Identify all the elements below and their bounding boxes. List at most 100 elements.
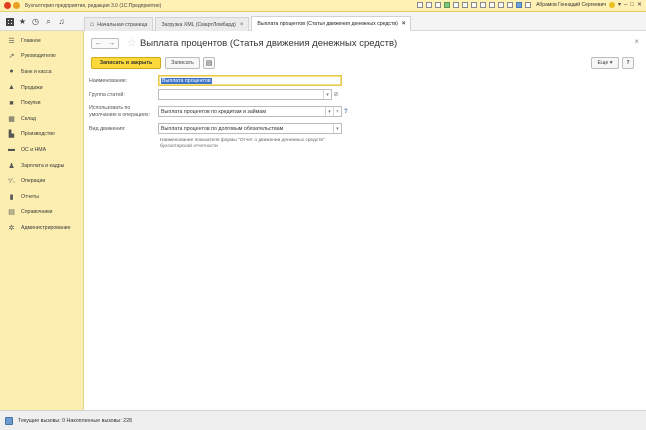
movement-type-field[interactable]: Выплата процентов по долговым обязательс… — [158, 123, 342, 134]
sidebar-item-operations[interactable]: ⁺⁄₋ Операции — [0, 173, 83, 189]
movement-type-value: Выплата процентов по долговым обязательс… — [161, 125, 284, 132]
movement-type-hint: Наименование показателя формы "Отчет о д… — [160, 138, 325, 150]
window-icon[interactable] — [516, 2, 523, 8]
group-label: Группа статей: — [89, 92, 125, 98]
window-title: Бухгалтерия предприятия, редакция 3.0 (1… — [25, 2, 162, 9]
tool-icon[interactable] — [489, 2, 496, 8]
close-tab-icon[interactable]: × — [240, 22, 244, 28]
tab-cash-flow-item[interactable]: Выплата процентов (Статья движения денеж… — [251, 16, 412, 31]
maximize-icon[interactable]: □ — [630, 2, 634, 8]
save-button[interactable]: Записать — [165, 57, 200, 69]
bank-icon: ● — [9, 68, 14, 76]
sidebar-item-label: Продажи — [21, 84, 43, 91]
favorites-icon[interactable]: ★ — [18, 17, 27, 26]
tool-icon[interactable] — [453, 2, 460, 8]
sidebar-item-label: Операции — [21, 178, 46, 185]
open-link-icon[interactable]: ⊘ — [332, 90, 340, 99]
save-and-close-button[interactable]: Записать и закрыть — [91, 57, 161, 69]
tab-home[interactable]: ⌂ Начальная страница — [84, 17, 154, 31]
user-icon — [525, 2, 532, 8]
field-row-group: Группа статей: ▾ ⊘ — [85, 89, 646, 101]
tool-icon[interactable] — [417, 2, 424, 8]
sidebar-item-sales[interactable]: ▲ Продажи — [0, 80, 83, 96]
search-icon[interactable]: ⌕ — [44, 17, 53, 26]
clear-icon[interactable]: × — [333, 107, 341, 116]
group-field[interactable]: ▾ — [158, 89, 332, 100]
sidebar-item-admin[interactable]: ✲ Администрирование — [0, 220, 83, 236]
zoom-icon[interactable] — [507, 2, 514, 8]
dropdown-icon[interactable]: ▾ — [333, 124, 341, 133]
status-bar: Текущие вызовы: 0 Накопленные вызовы: 22… — [0, 410, 646, 430]
sidebar-item-manager[interactable]: ↗ Руководителю — [0, 49, 83, 65]
sidebar-item-purchases[interactable]: ■ Покупки — [0, 95, 83, 111]
sidebar-item-catalogs[interactable]: ▤ Справочники — [0, 205, 83, 221]
list-icon: ▤ — [205, 60, 213, 67]
tab-bar: ⌂ Начальная страница Загрузка XML (Смарт… — [84, 15, 413, 31]
sidebar-item-main[interactable]: ☰ Главное — [0, 33, 83, 49]
title-bar: Бухгалтерия предприятия, редакция 3.0 (1… — [0, 0, 646, 12]
close-window-icon[interactable]: ✕ — [637, 2, 642, 8]
field-row-movement-type: Вид движения: Выплата процентов по долго… — [85, 123, 646, 135]
tab-xml-import[interactable]: Загрузка XML (СмартЛомбард) × — [155, 17, 250, 31]
sections-menu-icon[interactable] — [5, 17, 14, 26]
truck-icon: ▬ — [8, 146, 15, 154]
user-name[interactable]: Абрамов Геннадий Сергеевич — [536, 2, 606, 8]
sidebar-item-reports[interactable]: ▮ Отчеты — [0, 189, 83, 205]
forward-arrow-icon[interactable]: → — [108, 40, 115, 47]
dropdown-icon[interactable]: ▾ — [325, 107, 333, 116]
name-field[interactable]: Выплата процентов — [158, 75, 342, 86]
settings-icon[interactable]: ▾ — [618, 2, 621, 8]
minimize-icon[interactable]: – — [624, 2, 627, 8]
sections-sidebar: ☰ Главное ↗ Руководителю ● Банк и касса … — [0, 31, 84, 410]
help-button[interactable]: ? — [622, 57, 634, 69]
tab-label: Загрузка XML (СмартЛомбард) — [161, 21, 236, 28]
tool-icon[interactable] — [444, 2, 451, 8]
tool-icon[interactable] — [498, 2, 505, 8]
favorite-star-icon[interactable]: ☆ — [127, 38, 136, 49]
history-icon[interactable]: ◷ — [31, 17, 40, 26]
back-arrow-icon[interactable]: ← — [95, 40, 102, 47]
sidebar-item-fixed-assets[interactable]: ▬ ОС и НМА — [0, 142, 83, 158]
sidebar-item-label: Справочники — [21, 209, 53, 216]
tool-icon[interactable] — [471, 2, 478, 8]
form-header: ← → ☆ Выплата процентов (Статья движения… — [85, 31, 646, 55]
tab-label: Начальная страница — [97, 21, 148, 28]
form-toolbar: Записать и закрыть Записать ▤ Еще ▾ ? — [85, 57, 646, 71]
close-tab-icon[interactable]: × — [402, 21, 406, 27]
field-row-default-operations: Использовать по умолчанию в операциях: В… — [85, 104, 646, 120]
menu-icon: ☰ — [8, 37, 15, 45]
sidebar-item-production[interactable]: ▙ Производство — [0, 127, 83, 143]
movement-type-label: Вид движения: — [89, 126, 126, 132]
book-icon: ▤ — [8, 209, 15, 217]
default-operations-field[interactable]: Выплата процентов по кредитам и займам ▾… — [158, 106, 342, 117]
main-menu-icon[interactable] — [13, 2, 20, 9]
gear-icon: ✲ — [8, 224, 15, 232]
sidebar-item-label: Банк и касса — [21, 68, 52, 75]
sidebar-item-warehouse[interactable]: ▦ Склад — [0, 111, 83, 127]
more-button[interactable]: Еще ▾ — [591, 57, 619, 69]
field-row-name: Наименование: Выплата процентов — [85, 75, 646, 87]
nav-bar: ★ ◷ ⌕ ♫ ⌂ Начальная страница Загрузка XM… — [0, 12, 646, 31]
help-question-icon[interactable]: ? — [344, 109, 348, 115]
default-operations-value: Выплата процентов по кредитам и займам — [161, 108, 266, 115]
dropdown-icon[interactable]: ▾ — [323, 90, 331, 99]
bag-icon: ▲ — [8, 84, 15, 92]
calls-icon — [5, 416, 13, 425]
info-icon[interactable] — [608, 2, 615, 8]
sidebar-item-bank[interactable]: ● Банк и касса — [0, 64, 83, 80]
more-label: Еще — [597, 60, 609, 66]
close-form-icon[interactable]: × — [634, 37, 639, 46]
sidebar-item-salary[interactable]: ♟ Зарплата и кадры — [0, 158, 83, 174]
sidebar-item-label: Покупки — [21, 100, 41, 107]
tool-icon[interactable] — [426, 2, 433, 8]
cart-icon: ■ — [9, 99, 14, 107]
tool-icon[interactable] — [462, 2, 469, 8]
title-bar-tools: Абрамов Геннадий Сергеевич ▾ – □ ✕ — [417, 2, 642, 8]
person-icon: ♟ — [8, 162, 15, 170]
status-text: Текущие вызовы: 0 Накопленные вызовы: 22… — [18, 417, 132, 424]
notifications-icon[interactable]: ♫ — [57, 17, 66, 26]
tool-icon[interactable] — [480, 2, 487, 8]
sidebar-item-label: Руководителю — [21, 53, 56, 60]
tool-icon[interactable] — [435, 2, 442, 8]
document-list-button[interactable]: ▤ — [203, 57, 215, 69]
